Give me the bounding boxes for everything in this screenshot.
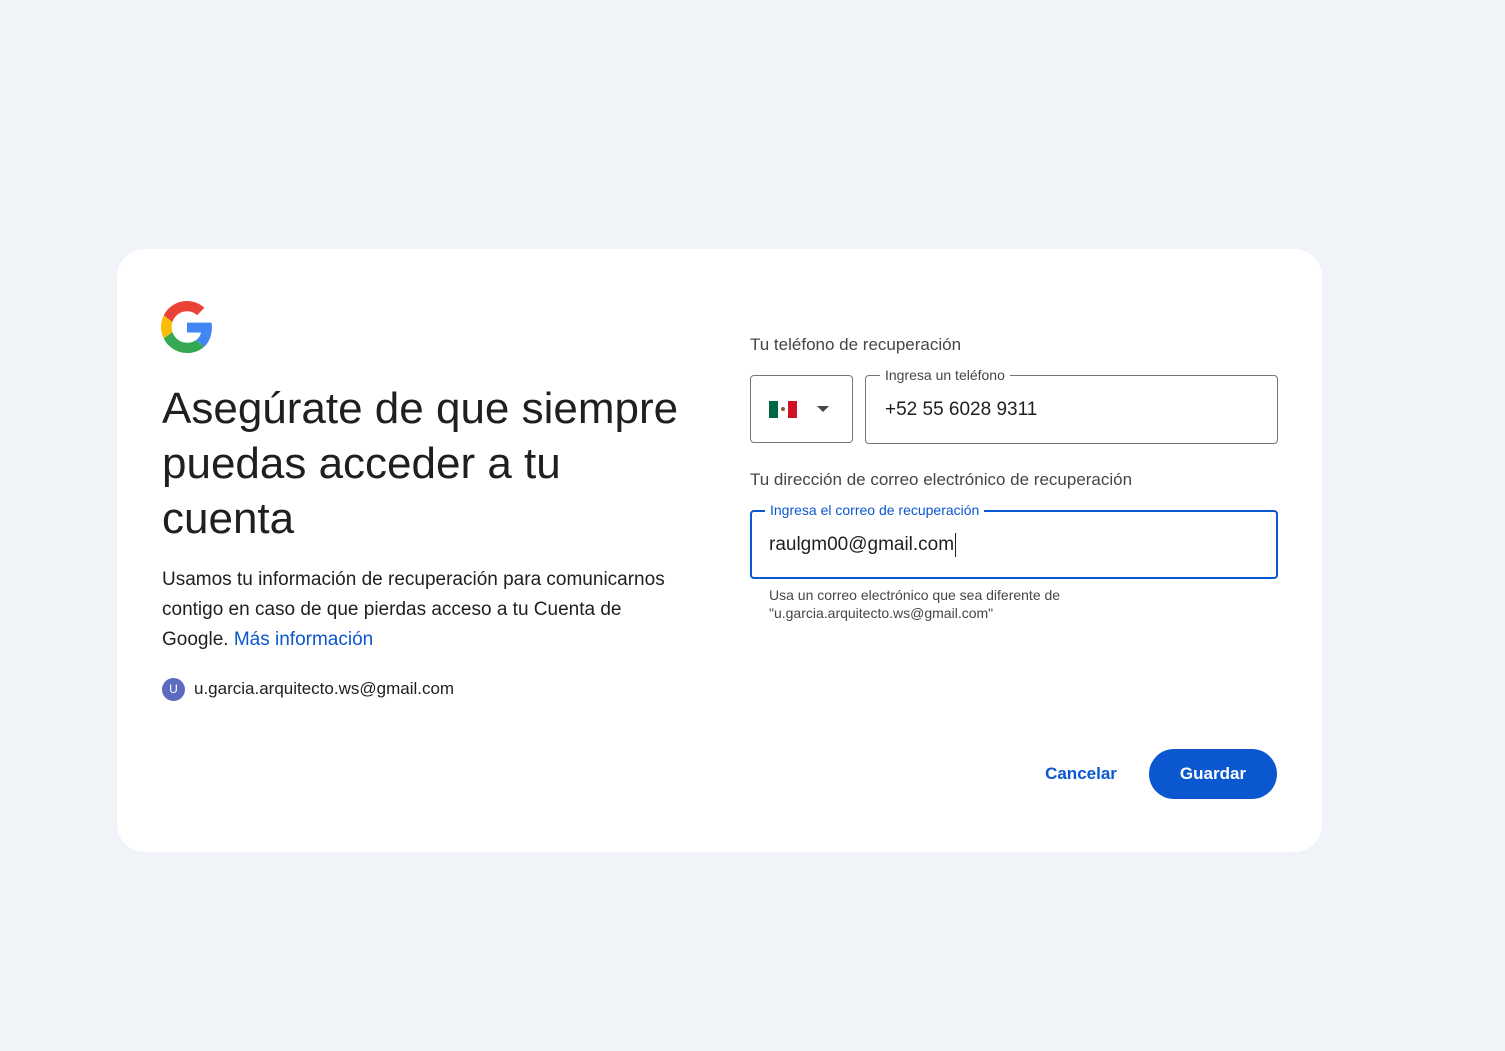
google-g-logo-icon bbox=[161, 301, 212, 353]
cancel-button[interactable]: Cancelar bbox=[1023, 749, 1139, 799]
email-helper-text: Usa un correo electrónico que sea difere… bbox=[769, 587, 1061, 621]
save-button[interactable]: Guardar bbox=[1149, 749, 1277, 799]
learn-more-link[interactable]: Más información bbox=[234, 629, 373, 650]
recovery-email-input[interactable]: Ingresa el correo de recuperación raulgm… bbox=[750, 501, 1278, 579]
phone-input-value[interactable]: +52 55 6028 9311 bbox=[885, 376, 1037, 443]
country-code-select[interactable] bbox=[750, 375, 853, 443]
email-input-value: raulgm00@gmail.com bbox=[769, 533, 955, 555]
recovery-card: Asegúrate de que siempre puedas acceder … bbox=[117, 249, 1322, 852]
caret-down-icon bbox=[817, 406, 829, 412]
avatar: U bbox=[162, 677, 185, 701]
mexico-flag-icon bbox=[769, 400, 797, 418]
text-cursor bbox=[955, 532, 957, 557]
phone-input[interactable]: Ingresa un teléfono +52 55 6028 9311 bbox=[865, 366, 1278, 444]
account-chip: U u.garcia.arquitecto.ws@gmail.com bbox=[162, 677, 454, 701]
description: Usamos tu información de recuperación pa… bbox=[162, 565, 682, 655]
account-email: u.garcia.arquitecto.ws@gmail.com bbox=[194, 679, 455, 698]
email-section-label: Tu dirección de correo electrónico de re… bbox=[750, 470, 1133, 489]
phone-section-label: Tu teléfono de recuperación bbox=[750, 335, 962, 354]
email-input-value-wrap[interactable]: raulgm00@gmail.com bbox=[769, 512, 957, 577]
page-title: Asegúrate de que siempre puedas acceder … bbox=[162, 384, 679, 543]
